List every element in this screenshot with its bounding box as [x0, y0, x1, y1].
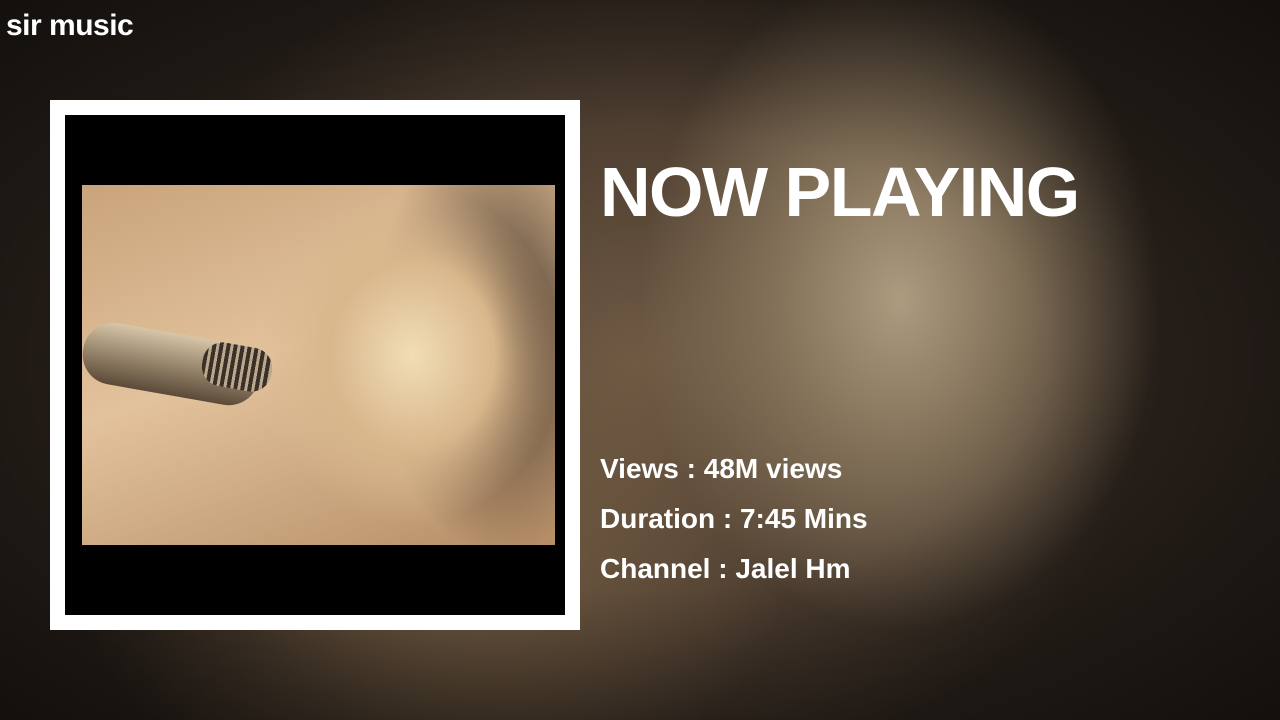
singer-photo: [77, 185, 555, 545]
album-art: [65, 115, 565, 615]
track-details: Views : 48M views Duration : 7:45 Mins C…: [600, 450, 868, 600]
brand-title: sir music: [6, 9, 134, 42]
duration-text: Duration : 7:45 Mins: [600, 503, 868, 534]
now-playing-heading: NOW PLAYING: [600, 153, 1080, 231]
channel-text: Channel : Jalel Hm: [600, 553, 851, 584]
album-art-frame: [50, 100, 580, 630]
views-text: Views : 48M views: [600, 453, 843, 484]
now-playing-screen: sir music NOW PLAYING Views : 48M views …: [0, 0, 1280, 720]
